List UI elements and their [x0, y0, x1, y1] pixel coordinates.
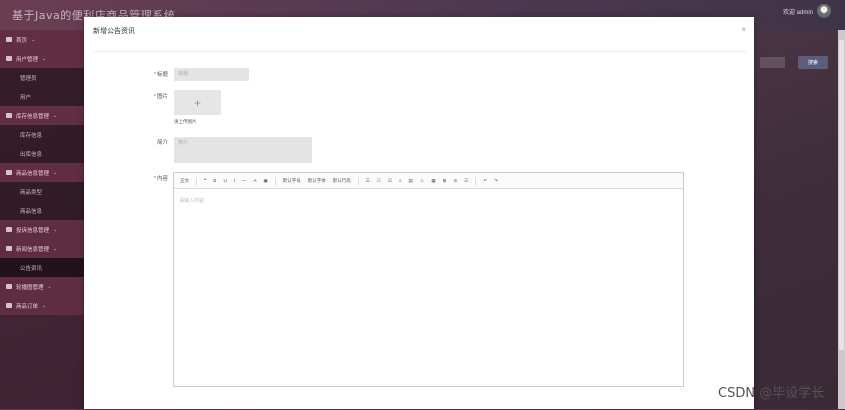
plus-icon: + — [193, 95, 201, 110]
toolbar-button[interactable]: ≡ — [399, 178, 402, 183]
dialog-body: *标题 标题 *图片 + 请上传图片 简介 简介 *内容 正文 ❝ B U I — A ▣ 默认… — [94, 51, 746, 410]
sidebar-item[interactable]: 用户 — [0, 87, 84, 106]
sidebar-item-label: 库存信息管理 — [16, 113, 50, 120]
intro-textarea[interactable]: 简介 — [174, 137, 312, 163]
toolbar-button[interactable]: B — [213, 178, 216, 183]
sidebar-item[interactable]: 轮播图管理 ⌄ — [0, 277, 84, 296]
chevron-down-icon: ⌄ — [42, 302, 47, 309]
sidebar-item-label: 首页 — [16, 37, 28, 44]
sidebar-item-label: 管理员 — [20, 75, 37, 82]
sidebar-item-label: 新闻信息管理 — [16, 246, 50, 253]
toolbar-button[interactable]: ☷ — [377, 178, 381, 184]
sidebar-item-label: 商品类型 — [20, 189, 43, 196]
menu-icon — [6, 284, 12, 289]
sidebar-item-label: 轮播图管理 — [16, 284, 44, 291]
sidebar-item-label: 库存信息 — [20, 132, 43, 139]
background-search-button[interactable]: 搜索 — [798, 56, 828, 69]
sidebar-item-label: 商品信息管理 — [16, 170, 50, 177]
sidebar-item-label: 投诉信息管理 — [16, 227, 50, 234]
dialog-title: 新增公告资讯 — [93, 28, 135, 35]
toolbar-separator — [196, 176, 197, 185]
sidebar-item-label: 商品信息 — [20, 208, 43, 215]
intro-label: 简介 — [156, 140, 168, 146]
toolbar-button[interactable]: ▣ — [263, 178, 267, 184]
sidebar-item-label: 出库信息 — [20, 151, 43, 158]
menu-icon — [6, 113, 12, 118]
toolbar-button[interactable]: 默认行高 — [333, 178, 351, 184]
chevron-down-icon: ⌄ — [42, 55, 47, 62]
user-greeting: 欢迎 admin — [782, 9, 813, 16]
avatar[interactable] — [817, 4, 831, 18]
sidebar-item[interactable]: 新闻信息管理 ⌄ — [0, 239, 84, 258]
close-icon[interactable]: × — [741, 25, 746, 34]
sidebar-item[interactable]: 库存信息 — [0, 125, 84, 144]
sidebar: 首页 ⌄ 用户管理 ⌄ 管理员 用户 库存信息管理 ⌄ 库存信息 出库信息 商品信息管理 ⌄ 商品类型商… — [0, 30, 84, 409]
image-label: *图片 — [153, 94, 168, 100]
sidebar-item-label: 用户管理 — [16, 56, 39, 63]
sidebar-item[interactable]: 商品信息管理 ⌄ — [0, 163, 84, 182]
sidebar-item[interactable]: 商品类型 — [0, 182, 84, 201]
title-label: *标题 — [153, 72, 168, 78]
toolbar-button[interactable]: ↶ — [483, 178, 487, 184]
image-upload-button[interactable]: + — [174, 90, 221, 115]
toolbar-button[interactable]: ☰ — [366, 178, 370, 184]
editor-toolbar: 正文 ❝ B U I — A ▣ 默认字号 默认字体 默认行高 ☰ ☷ ☑ ≡ ▤ ☺ ▦ ⊞ ⊘ ☰ ↶ ↷ — [174, 173, 683, 189]
toolbar-button[interactable]: — — [242, 178, 247, 183]
toolbar-button[interactable]: ⊘ — [453, 178, 457, 184]
user-area[interactable]: 欢迎 admin — [783, 4, 831, 18]
chevron-down-icon: ⌄ — [53, 226, 58, 233]
sidebar-item[interactable]: 库存信息管理 ⌄ — [0, 106, 84, 125]
toolbar-button[interactable]: ❝ — [204, 178, 206, 184]
sidebar-item-label: 用户 — [20, 94, 32, 101]
toolbar-separator — [357, 176, 359, 185]
toolbar-button[interactable]: ↷ — [494, 178, 498, 184]
add-notice-dialog: 新增公告资讯 × *标题 标题 *图片 + 请上传图片 简介 简介 *内容 正文… — [84, 17, 754, 409]
toolbar-button[interactable]: I — [234, 178, 235, 183]
toolbar-separator — [475, 176, 477, 185]
toolbar-button[interactable]: 默认字体 — [308, 178, 326, 184]
toolbar-button[interactable]: 默认字号 — [283, 178, 301, 184]
sidebar-item[interactable]: 公告资讯 — [0, 258, 84, 277]
toolbar-button[interactable]: 正文 — [180, 178, 189, 184]
chevron-down-icon: ⌄ — [47, 283, 52, 290]
menu-icon — [6, 170, 12, 175]
upload-tip: 请上传图片 — [174, 119, 197, 124]
background-search-input[interactable] — [760, 57, 785, 68]
sidebar-item[interactable]: 出库信息 — [0, 144, 84, 163]
watermark: CSDN @毕设学长 — [718, 386, 825, 401]
sidebar-item[interactable]: 投诉信息管理 ⌄ — [0, 220, 84, 239]
menu-icon — [6, 37, 12, 42]
toolbar-button[interactable]: U — [223, 178, 226, 183]
sidebar-item[interactable]: 管理员 — [0, 68, 84, 87]
sidebar-item[interactable]: 用户管理 ⌄ — [0, 49, 84, 68]
toolbar-button[interactable]: ⊞ — [443, 178, 447, 184]
sidebar-item[interactable]: 商品信息 — [0, 201, 84, 220]
menu-icon — [6, 227, 12, 232]
toolbar-button[interactable]: ▦ — [431, 178, 435, 184]
chevron-down-icon: ⌄ — [53, 169, 58, 176]
chevron-down-icon: ⌄ — [53, 245, 58, 252]
sidebar-item[interactable]: 商品订单 ⌄ — [0, 296, 84, 315]
content-label: *内容 — [153, 176, 168, 182]
editor-placeholder[interactable]: 请输入内容 — [179, 197, 204, 204]
menu-icon — [6, 246, 12, 251]
sidebar-item[interactable]: 首页 ⌄ — [0, 30, 84, 49]
toolbar-button[interactable]: A — [253, 178, 256, 183]
menu-icon — [6, 303, 12, 308]
rich-text-editor[interactable]: 正文 ❝ B U I — A ▣ 默认字号 默认字体 默认行高 ☰ ☷ ☑ ≡ ▤ ☺ ▦ ⊞ ⊘ ☰ ↶ ↷ 请输入内容 — [173, 172, 684, 387]
toolbar-button[interactable]: ☰ — [464, 178, 468, 184]
menu-icon — [6, 56, 12, 61]
chevron-down-icon: ⌄ — [53, 112, 58, 119]
toolbar-button[interactable]: ☑ — [388, 178, 392, 184]
title-input[interactable]: 标题 — [174, 68, 249, 81]
sidebar-item-label: 公告资讯 — [20, 265, 43, 272]
scroll-thumb[interactable] — [839, 40, 844, 350]
toolbar-button[interactable]: ▤ — [409, 178, 413, 184]
sidebar-item-label: 商品订单 — [16, 303, 39, 310]
toolbar-button[interactable]: ☺ — [420, 178, 425, 183]
toolbar-separator — [274, 176, 276, 185]
chevron-down-icon: ⌄ — [31, 36, 36, 43]
